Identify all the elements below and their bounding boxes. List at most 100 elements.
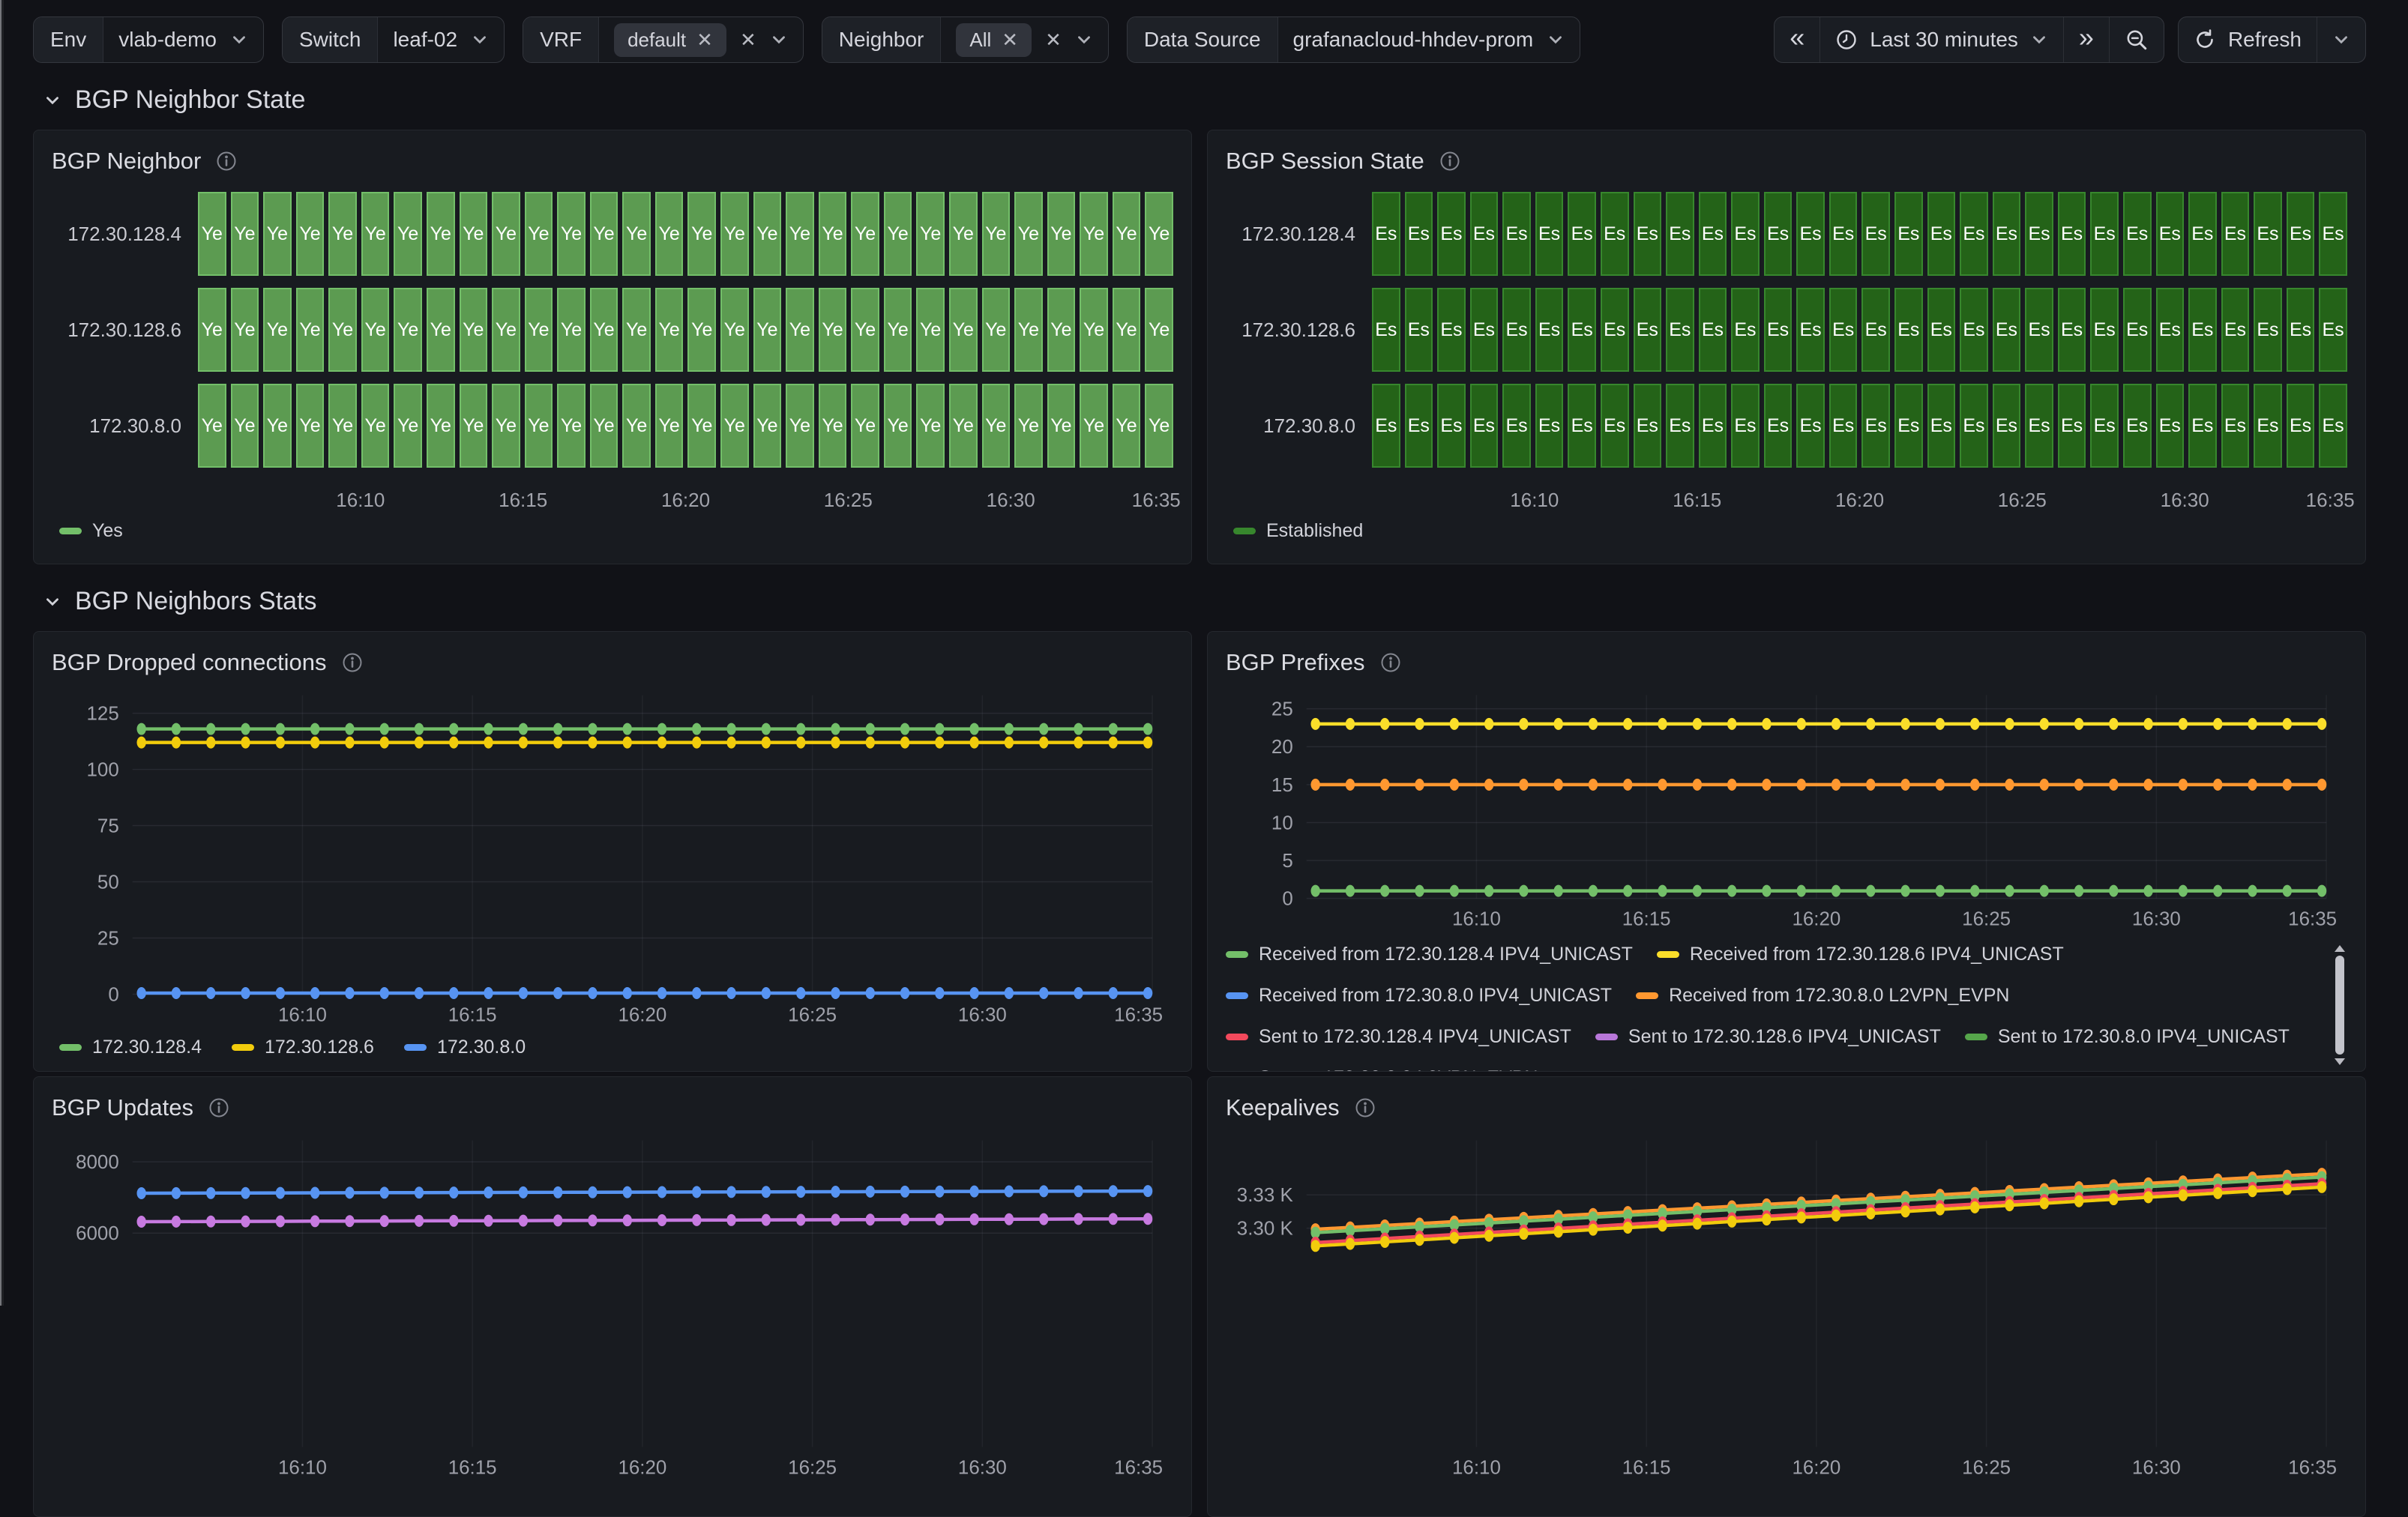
info-icon[interactable]	[1380, 652, 1401, 673]
filter-value-dropdown[interactable]: grafanacloud-hhdev-prom	[1278, 17, 1580, 62]
state-cell: Es	[1829, 288, 1858, 372]
panel-bgp-updates: BGP Updates6000800016:1016:1516:2016:251…	[33, 1076, 1192, 1517]
legend: 172.30.128.4 172.30.128.6 172.30.8.0	[52, 1037, 1173, 1058]
scroll-up-arrow-icon[interactable]	[2335, 945, 2345, 952]
legend-item[interactable]: Received from 172.30.8.0 L2VPN_EVPN	[1636, 985, 2009, 1007]
filter-value-dropdown[interactable]: default✕✕	[599, 17, 803, 62]
state-cell: Ye	[328, 288, 357, 372]
state-cell: Ye	[557, 384, 586, 468]
svg-text:16:20: 16:20	[618, 1004, 666, 1025]
clear-filter-icon[interactable]: ✕	[740, 30, 756, 49]
time-axis-tick: 16:20	[1835, 489, 1884, 512]
time-range-picker[interactable]: Last 30 minutes	[1820, 17, 2064, 62]
panel-header[interactable]: BGP Neighbor	[52, 142, 1173, 180]
remove-tag-icon[interactable]: ✕	[1002, 30, 1018, 49]
scrollbar-thumb[interactable]	[2335, 956, 2344, 1055]
state-cell: Ye	[1080, 384, 1108, 468]
legend-item[interactable]: Yes	[59, 520, 123, 542]
legend-item[interactable]: 172.30.8.0	[404, 1037, 526, 1058]
time-axis-tick: 16:25	[824, 489, 873, 512]
legend-item[interactable]: Sent to 172.30.128.4 IPV4_UNICAST	[1226, 1026, 1571, 1048]
info-icon[interactable]	[342, 652, 363, 673]
legend-color-pill	[1226, 1034, 1248, 1040]
state-cell: Ye	[851, 192, 879, 276]
svg-text:16:30: 16:30	[958, 1004, 1007, 1025]
legend-item[interactable]: 172.30.128.4	[59, 1037, 202, 1058]
state-cell: Es	[1372, 192, 1400, 276]
legend-item[interactable]: Received from 172.30.128.4 IPV4_UNICAST	[1226, 944, 1633, 965]
legend-item[interactable]: Sent to 172.30.8.0 IPV4_UNICAST	[1965, 1026, 2290, 1048]
section-header-bgp-neighbors-stats[interactable]: BGP Neighbors Stats	[43, 587, 2366, 616]
legend-item[interactable]: 172.30.128.6	[232, 1037, 374, 1058]
state-cell: Es	[2287, 192, 2315, 276]
filter-value-dropdown[interactable]: leaf-02	[378, 17, 504, 62]
panel-body: 6000800016:1016:1516:2016:2516:3016:35	[52, 1130, 1173, 1483]
timeline-row: 172.30.8.0YeYeYeYeYeYeYeYeYeYeYeYeYeYeYe…	[52, 384, 1173, 468]
state-cell: Ye	[296, 384, 325, 468]
state-cell: Es	[1502, 384, 1531, 468]
panel-header[interactable]: BGP Updates	[52, 1089, 1173, 1127]
info-icon[interactable]	[208, 1097, 229, 1118]
state-cell: Ye	[819, 384, 847, 468]
magnifier-minus-icon	[2125, 28, 2149, 52]
legend-color-pill	[1636, 992, 1658, 999]
section-title: BGP Neighbor State	[75, 85, 305, 115]
legend-item[interactable]: Received from 172.30.128.6 IPV4_UNICAST	[1657, 944, 2064, 965]
time-shift-forward-button[interactable]: »	[2064, 17, 2110, 62]
svg-text:16:20: 16:20	[1792, 909, 1840, 930]
refresh-group: Refresh	[2178, 16, 2366, 63]
time-axis-tick: 16:35	[2306, 489, 2355, 512]
state-cell: Ye	[687, 192, 716, 276]
filter-label: VRF	[523, 17, 599, 62]
chevron-down-icon	[770, 31, 788, 49]
time-zoom-out-button[interactable]	[2110, 17, 2164, 62]
panel-title: BGP Neighbor	[52, 148, 201, 175]
state-cell: Es	[2156, 384, 2185, 468]
info-icon[interactable]	[1355, 1097, 1376, 1118]
filter-label: Data Source	[1128, 17, 1278, 62]
panel-header[interactable]: BGP Dropped connections	[52, 644, 1173, 681]
state-cell: Ye	[557, 192, 586, 276]
legend-item[interactable]: Received from 172.30.8.0 IPV4_UNICAST	[1226, 985, 1612, 1007]
state-cell: Es	[1372, 384, 1400, 468]
filter-value-dropdown[interactable]: All✕✕	[941, 17, 1108, 62]
scroll-down-arrow-icon[interactable]	[2335, 1058, 2345, 1065]
section-header-bgp-neighbor-state[interactable]: BGP Neighbor State	[43, 85, 2366, 115]
line-chart: 3.30 K3.33 K16:1016:1516:2016:2516:3016:…	[1226, 1130, 2347, 1483]
state-cell: Ye	[1080, 288, 1108, 372]
panel-header[interactable]: BGP Session State	[1226, 142, 2347, 180]
legend-item[interactable]: Sent to 172.30.8.0 L2VPN_EVPN	[1226, 1067, 1538, 1072]
time-range-label: Last 30 minutes	[1870, 28, 2018, 52]
legend-color-pill	[1965, 1034, 1987, 1040]
info-icon[interactable]	[216, 151, 237, 172]
refresh-interval-dropdown[interactable]	[2317, 17, 2365, 62]
state-cell: Es	[1894, 288, 1923, 372]
filter-label: Env	[34, 17, 103, 62]
legend-item[interactable]: Established	[1233, 520, 1363, 542]
state-cell: Ye	[720, 288, 749, 372]
state-cell: Es	[1960, 192, 1988, 276]
info-icon[interactable]	[1439, 151, 1460, 172]
timeline-row-label: 172.30.128.4	[52, 223, 198, 246]
state-cell: Ye	[557, 288, 586, 372]
remove-tag-icon[interactable]: ✕	[696, 30, 713, 49]
legend-scrollbar[interactable]	[2334, 945, 2346, 1065]
clear-filter-icon[interactable]: ✕	[1045, 30, 1062, 49]
state-cell: Es	[1470, 288, 1499, 372]
filter-tag[interactable]: default✕	[614, 23, 726, 57]
chart-canvas: 051015202516:1016:1516:2016:2516:3016:35	[1226, 684, 2347, 935]
state-cell: Es	[1796, 384, 1825, 468]
filter-value-dropdown[interactable]: vlab-demo	[103, 17, 263, 62]
state-cell: Es	[1601, 288, 1629, 372]
svg-text:16:15: 16:15	[448, 1004, 497, 1025]
time-shift-back-button[interactable]: «	[1775, 17, 1820, 62]
panel-header[interactable]: BGP Prefixes	[1226, 644, 2347, 681]
legend-item[interactable]: Sent to 172.30.128.6 IPV4_UNICAST	[1595, 1026, 1941, 1048]
chevron-down-icon	[2030, 31, 2048, 49]
state-cell: Es	[1634, 192, 1662, 276]
refresh-button[interactable]: Refresh	[2179, 17, 2317, 62]
refresh-label: Refresh	[2228, 28, 2302, 52]
filter-tag[interactable]: All✕	[956, 23, 1032, 57]
state-cell: Es	[1894, 192, 1923, 276]
panel-header[interactable]: Keepalives	[1226, 1089, 2347, 1127]
